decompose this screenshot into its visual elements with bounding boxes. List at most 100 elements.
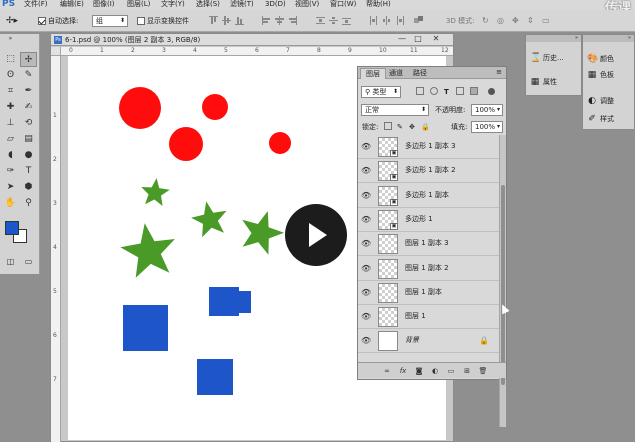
layer-row[interactable]: 👁 图层 1 副本 bbox=[358, 280, 499, 305]
visibility-eye-icon[interactable]: 👁 bbox=[361, 264, 371, 273]
dock-item-history[interactable]: ⌛ 历史... bbox=[530, 51, 564, 65]
layer-name[interactable]: 多边形 1 副本 bbox=[405, 190, 449, 201]
layer-name[interactable]: 图层 1 副本 2 bbox=[405, 263, 449, 274]
menu-type[interactable]: 文字(Y) bbox=[161, 0, 185, 9]
type-tool-icon[interactable]: T bbox=[20, 164, 37, 179]
layer-row[interactable]: 👁 图层 1 副本 2 bbox=[358, 256, 499, 281]
tab-channels[interactable]: 通道 bbox=[384, 68, 408, 79]
visibility-eye-icon[interactable]: 👁 bbox=[361, 215, 371, 224]
filter-type-icon[interactable]: T bbox=[444, 86, 449, 98]
filter-shape-icon[interactable] bbox=[456, 87, 464, 95]
visibility-eye-icon[interactable]: 👁 bbox=[361, 142, 371, 151]
scrollbar-thumb[interactable] bbox=[501, 185, 505, 385]
distribute-bottom-icon[interactable] bbox=[342, 16, 351, 25]
3d-scale-icon[interactable]: ▭ bbox=[542, 15, 550, 27]
layer-row[interactable]: 👁 ▣ 多边形 1 bbox=[358, 207, 499, 232]
eraser-tool-icon[interactable]: ▱ bbox=[2, 132, 19, 147]
crop-tool-icon[interactable]: ⌗ bbox=[2, 84, 19, 99]
distribute-left-icon[interactable] bbox=[369, 16, 378, 25]
lasso-tool-icon[interactable]: ʘ bbox=[2, 68, 19, 83]
dock-item-styles[interactable]: ✐ 样式 bbox=[587, 112, 614, 126]
visibility-eye-icon[interactable]: 👁 bbox=[361, 166, 371, 175]
maximize-icon[interactable]: □ bbox=[411, 35, 425, 44]
hand-tool-icon[interactable]: ✋ bbox=[2, 196, 19, 211]
layer-row[interactable]: 👁 图层 1 bbox=[358, 305, 499, 330]
layer-name[interactable]: 图层 1 副本 bbox=[405, 287, 442, 298]
screen-mode-icon[interactable]: ▭ bbox=[20, 254, 37, 269]
quick-mask-icon[interactable]: ◫ bbox=[2, 254, 19, 269]
auto-select-toggle[interactable]: 自动选择: bbox=[38, 15, 78, 27]
blend-mode-dropdown[interactable]: 正常 ⬍ bbox=[361, 104, 429, 116]
video-play-button[interactable] bbox=[285, 204, 347, 266]
menu-help[interactable]: 帮助(H) bbox=[366, 0, 391, 9]
layer-name[interactable]: 多边形 1 副本 2 bbox=[405, 165, 456, 176]
layers-scrollbar[interactable] bbox=[499, 135, 506, 427]
path-select-tool-icon[interactable]: ➤ bbox=[2, 180, 19, 195]
tab-paths[interactable]: 路径 bbox=[408, 68, 432, 79]
layer-name[interactable]: 图层 1 bbox=[405, 311, 426, 322]
visibility-eye-icon[interactable]: 👁 bbox=[361, 191, 371, 200]
align-left-icon[interactable] bbox=[262, 16, 271, 25]
menu-window[interactable]: 窗口(W) bbox=[330, 0, 356, 9]
layer-row[interactable]: 👁 ▣ 多边形 1 副本 3 bbox=[358, 135, 499, 159]
layer-name[interactable]: 图层 1 副本 3 bbox=[405, 238, 449, 249]
link-layers-icon[interactable]: ∞ bbox=[382, 366, 392, 376]
3d-orbit-icon[interactable]: ↻ bbox=[482, 15, 489, 27]
distribute-top-icon[interactable] bbox=[316, 16, 325, 25]
shape-tool-icon[interactable]: ⬢ bbox=[20, 180, 37, 195]
auto-select-dropdown[interactable]: 组 ⬍ bbox=[92, 15, 128, 27]
visibility-eye-icon[interactable]: 👁 bbox=[361, 336, 371, 345]
layer-name[interactable]: 背景 bbox=[405, 335, 419, 346]
delete-layer-icon[interactable]: 🗑 bbox=[478, 366, 488, 376]
align-bottom-icon[interactable] bbox=[235, 16, 244, 25]
add-mask-icon[interactable]: ◙ bbox=[414, 366, 424, 376]
dock-item-properties[interactable]: ▦ 属性 bbox=[530, 75, 557, 89]
adjustment-layer-icon[interactable]: ◐ bbox=[430, 366, 440, 376]
fill-input[interactable]: 100% ▾ bbox=[471, 121, 503, 133]
move-tool-icon[interactable]: ✢ bbox=[20, 52, 37, 67]
visibility-eye-icon[interactable]: 👁 bbox=[361, 312, 371, 321]
layer-name[interactable]: 多边形 1 bbox=[405, 214, 433, 225]
align-vcenter-icon[interactable] bbox=[222, 16, 231, 25]
3d-slide-icon[interactable]: ⇕ bbox=[527, 15, 534, 27]
dock-item-adjustments[interactable]: ◐ 调整 bbox=[587, 94, 614, 108]
quick-select-tool-icon[interactable]: ✎ bbox=[20, 68, 37, 83]
new-group-icon[interactable]: ▭ bbox=[446, 366, 456, 376]
menu-filter[interactable]: 滤镜(T) bbox=[230, 0, 254, 9]
show-transform-toggle[interactable]: 显示变换控件 bbox=[137, 15, 189, 27]
menu-file[interactable]: 文件(F) bbox=[24, 0, 48, 9]
layer-row[interactable]: 👁 ▣ 多边形 1 副本 2 bbox=[358, 159, 499, 184]
foreground-color-swatch-front[interactable] bbox=[5, 221, 19, 235]
lock-pixels-icon[interactable]: ✎ bbox=[397, 121, 403, 133]
show-transform-checkbox[interactable] bbox=[137, 17, 145, 25]
clone-stamp-tool-icon[interactable]: ⊥ bbox=[2, 116, 19, 131]
align-top-icon[interactable] bbox=[209, 16, 218, 25]
menu-image[interactable]: 图像(I) bbox=[93, 0, 115, 9]
menu-view[interactable]: 视图(V) bbox=[295, 0, 319, 9]
visibility-eye-icon[interactable]: 👁 bbox=[361, 288, 371, 297]
minimize-icon[interactable]: — bbox=[395, 35, 409, 44]
3d-roll-icon[interactable]: ◎ bbox=[497, 15, 504, 27]
tab-layers[interactable]: 图层 bbox=[360, 68, 386, 79]
new-layer-icon[interactable]: ⊞ bbox=[462, 366, 472, 376]
filter-smart-object-icon[interactable] bbox=[470, 87, 478, 95]
distribute-vcenter-icon[interactable] bbox=[329, 16, 338, 25]
dodge-tool-icon[interactable]: ● bbox=[20, 148, 37, 163]
lock-all-icon[interactable]: 🔒 bbox=[421, 121, 430, 133]
brush-tool-icon[interactable]: ✍ bbox=[20, 100, 37, 115]
dock-collapse-icon[interactable]: » bbox=[526, 35, 581, 42]
layer-name[interactable]: 多边形 1 副本 3 bbox=[405, 141, 456, 152]
dock-collapse-icon[interactable]: » bbox=[583, 35, 634, 42]
visibility-eye-icon[interactable]: 👁 bbox=[361, 239, 371, 248]
opacity-input[interactable]: 100% ▾ bbox=[471, 104, 503, 116]
align-hcenter-icon[interactable] bbox=[275, 16, 284, 25]
history-brush-tool-icon[interactable]: ⟲ bbox=[20, 116, 37, 131]
align-right-icon[interactable] bbox=[288, 16, 297, 25]
marquee-tool-icon[interactable]: ⬚ bbox=[2, 52, 19, 67]
lock-transparent-icon[interactable] bbox=[384, 122, 392, 130]
auto-align-icon[interactable] bbox=[414, 16, 423, 25]
layer-style-icon[interactable]: fx bbox=[398, 366, 408, 376]
3d-pan-icon[interactable]: ✥ bbox=[512, 15, 519, 27]
filter-toggle-icon[interactable] bbox=[488, 88, 495, 95]
dock-item-swatches[interactable]: ▦ 色板 bbox=[587, 68, 614, 82]
